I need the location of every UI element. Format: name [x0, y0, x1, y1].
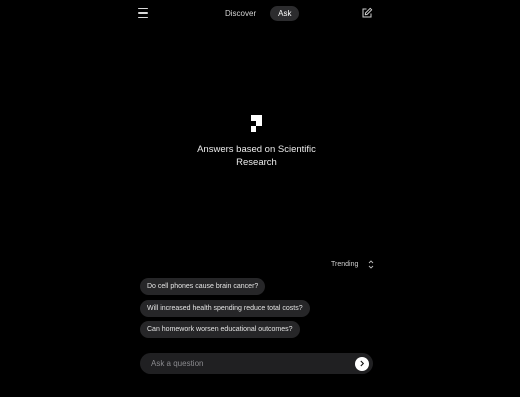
tab-discover[interactable]: Discover: [217, 6, 264, 21]
tab-ask[interactable]: Ask: [270, 6, 300, 21]
trending-label: Trending: [331, 261, 359, 268]
new-chat-edit-icon[interactable]: [361, 7, 373, 19]
ask-bar: [140, 352, 373, 375]
suggestion-chip[interactable]: Do cell phones cause brain cancer?: [140, 278, 266, 295]
ask-input[interactable]: [140, 352, 355, 375]
app: Discover Ask Answers based on Scientific…: [0, 0, 520, 397]
menu-icon-line: [138, 12, 148, 14]
menu-icon-line: [138, 7, 148, 10]
mode-tabs: Discover Ask: [217, 6, 300, 21]
trending-toggle[interactable]: Trending: [331, 260, 374, 269]
swap-vertical-icon: [369, 260, 374, 269]
suggestion-chip[interactable]: Will increased health spending reduce to…: [140, 300, 310, 317]
menu-icon-line: [138, 16, 148, 19]
hero-tagline: Answers based on Scientific Research: [197, 144, 316, 168]
consensus-logo-icon: [251, 115, 262, 132]
suggestion-chip[interactable]: Can homework worsen educational outcomes…: [140, 321, 300, 338]
chevron-right-icon: [360, 360, 365, 367]
menu-icon[interactable]: [138, 5, 154, 21]
send-button[interactable]: [355, 356, 369, 371]
